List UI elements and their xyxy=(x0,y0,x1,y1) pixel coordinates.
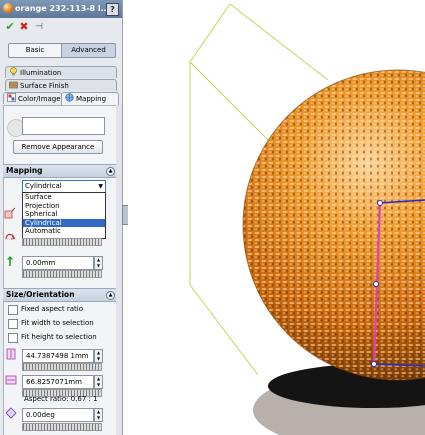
scene-canvas[interactable] xyxy=(128,0,425,435)
panel-scrollbar[interactable] xyxy=(116,105,122,435)
rotation-arrow-icon xyxy=(4,230,16,242)
angle-input[interactable]: 0.00deg xyxy=(22,408,94,422)
fixed-aspect-label: Fixed aspect ratio xyxy=(21,305,84,313)
appearance-field[interactable] xyxy=(22,117,105,135)
offset-arrow-icon xyxy=(4,255,16,267)
fixed-aspect-checkbox[interactable] xyxy=(8,305,18,315)
surface-finish-icon xyxy=(9,80,18,89)
tab-surface-finish-label: Surface Finish xyxy=(20,82,69,90)
rotation-angle-icon xyxy=(5,407,17,419)
tab-mapping-label: Mapping xyxy=(76,95,107,103)
tab-color-image[interactable]: Color/Image xyxy=(3,92,62,104)
width-value: 66.8257071mm xyxy=(26,378,82,386)
fit-width-label: Fit width to selection xyxy=(21,319,94,327)
width-input[interactable]: 66.8257071mm xyxy=(22,375,94,389)
height-input[interactable]: 44.7387498 1mm xyxy=(22,349,94,363)
offset-spinner[interactable]: ▲ ▼ xyxy=(94,256,103,270)
basic-button[interactable]: Basic xyxy=(8,43,62,58)
ok-icon[interactable]: ✔ xyxy=(4,21,16,33)
mode-toggle: Basic Advanced xyxy=(8,43,116,58)
fit-height-checkbox[interactable] xyxy=(8,333,18,343)
angle-slider[interactable] xyxy=(22,423,102,431)
panel-title-bar: orange 232-113-8 l... ? xyxy=(0,0,122,18)
panel-title: orange 232-113-8 l... xyxy=(15,4,110,13)
width-spinner[interactable]: ▲ ▼ xyxy=(94,375,103,389)
angle-value: 0.00deg xyxy=(26,411,55,419)
height-value: 44.7387498 1mm xyxy=(26,352,89,360)
dropdown-option[interactable]: Projection xyxy=(23,202,105,211)
property-manager: orange 232-113-8 l... ? ✔ ✖ ⊣ Basic Adva… xyxy=(0,0,123,435)
size-orientation-title: Size/Orientation xyxy=(6,290,75,299)
collapse-icon[interactable]: ▲ xyxy=(106,291,115,300)
fit-height-label: Fit height to selection xyxy=(21,333,97,341)
offset-input[interactable]: 0.00mm xyxy=(22,256,94,270)
rotation-slider[interactable] xyxy=(22,238,102,246)
tab-mapping[interactable]: Mapping xyxy=(61,92,119,106)
offset-slider[interactable] xyxy=(22,270,102,278)
width-icon xyxy=(5,374,17,386)
lightbulb-icon xyxy=(9,67,18,76)
mapping-section-title: Mapping xyxy=(6,166,43,175)
height-icon xyxy=(5,348,17,360)
mapping-section-header[interactable]: Mapping ▲ xyxy=(3,164,119,178)
tab-surface-finish[interactable]: Surface Finish xyxy=(5,79,117,91)
tab-illumination-label: Illumination xyxy=(20,69,62,77)
mapping-type-value: Cylindrical xyxy=(25,182,62,190)
pushpin-icon[interactable]: ⊣ xyxy=(33,21,45,33)
mapping-icon xyxy=(65,93,74,102)
cancel-icon[interactable]: ✖ xyxy=(18,21,30,33)
tab-color-image-label: Color/Image xyxy=(18,95,61,103)
remove-appearance-button[interactable]: Remove Appearance xyxy=(13,140,103,154)
height-spinner[interactable]: ▲ ▼ xyxy=(94,349,103,363)
dropdown-option[interactable]: Spherical xyxy=(23,210,105,219)
angle-spinner[interactable]: ▲ ▼ xyxy=(94,408,103,422)
aspect-ratio-text: Aspect ratio: 0.67 : 1 xyxy=(24,395,98,403)
size-orientation-section-header[interactable]: Size/Orientation ▲ xyxy=(3,288,119,302)
advanced-button[interactable]: Advanced xyxy=(61,43,116,58)
collapse-icon[interactable]: ▲ xyxy=(106,167,115,176)
chevron-down-icon: ▼ xyxy=(98,183,103,190)
help-button[interactable]: ? xyxy=(106,3,119,16)
axis-direction-icon xyxy=(4,207,16,219)
dropdown-option[interactable]: Surface xyxy=(23,193,105,202)
appearance-ball-icon xyxy=(3,3,13,13)
palette-icon xyxy=(7,93,16,102)
graphics-viewport[interactable] xyxy=(128,0,425,435)
dropdown-option-selected[interactable]: Cylindrical xyxy=(23,218,105,227)
dropdown-option[interactable]: Automatic xyxy=(23,227,105,236)
tab-illumination[interactable]: Illumination xyxy=(5,66,117,78)
offset-value: 0.00mm xyxy=(26,259,56,267)
height-slider[interactable] xyxy=(22,363,102,371)
fit-width-checkbox[interactable] xyxy=(8,319,18,329)
woven-texture xyxy=(243,70,425,380)
mapping-type-dropdown: Surface Projection Spherical Cylindrical… xyxy=(22,192,106,239)
